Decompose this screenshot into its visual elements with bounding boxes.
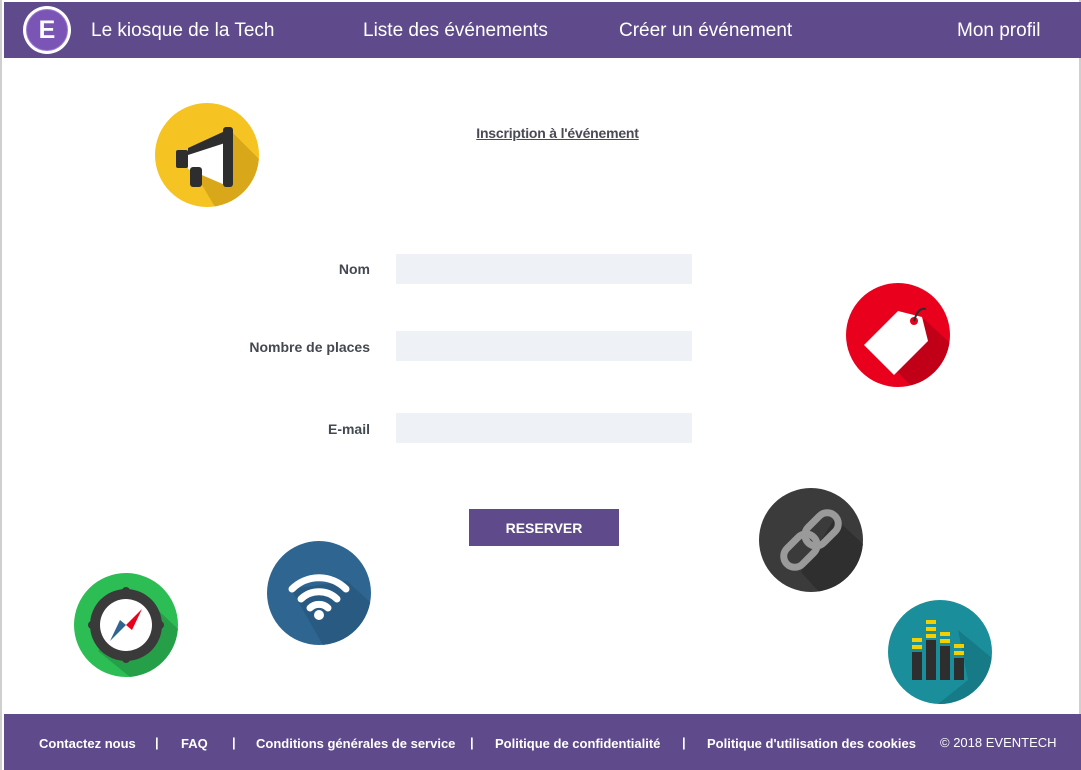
footer-separator: |	[155, 735, 159, 750]
compass-icon	[74, 573, 178, 677]
footer-separator: |	[682, 735, 686, 750]
link-icon	[759, 488, 863, 592]
email-field[interactable]	[396, 413, 692, 443]
megaphone-icon	[155, 103, 259, 207]
footer-separator: |	[470, 735, 474, 750]
copyright-text: © 2018 EVENTECH	[940, 735, 1057, 750]
footer-cookies-link[interactable]: Politique d'utilisation des cookies	[707, 736, 916, 751]
logo-letter: E	[39, 16, 56, 44]
email-label: E-mail	[327, 421, 370, 437]
top-navigation-bar: E Le kiosque de la Tech Liste des événem…	[4, 2, 1081, 58]
footer-terms-link[interactable]: Conditions générales de service	[256, 736, 455, 751]
equalizer-icon	[888, 600, 992, 704]
places-label: Nombre de places	[249, 339, 370, 355]
nav-create-event-link[interactable]: Créer un événement	[619, 20, 792, 42]
logo-icon[interactable]: E	[22, 5, 72, 55]
name-field[interactable]	[396, 254, 692, 284]
wifi-icon	[267, 541, 371, 645]
name-label: Nom	[338, 261, 370, 277]
reserve-button[interactable]: RESERVER	[469, 509, 619, 546]
price-tag-icon	[846, 283, 950, 387]
nav-events-list-link[interactable]: Liste des événements	[363, 20, 548, 42]
places-field[interactable]	[396, 331, 692, 361]
footer-contact-link[interactable]: Contactez nous	[39, 736, 136, 751]
footer-bar: Contactez nous | FAQ | Conditions généra…	[4, 714, 1081, 770]
nav-home-link[interactable]: Le kiosque de la Tech	[91, 20, 274, 42]
footer-privacy-link[interactable]: Politique de confidentialité	[495, 736, 660, 751]
page-frame: E Le kiosque de la Tech Liste des événem…	[0, 0, 1081, 770]
footer-faq-link[interactable]: FAQ	[181, 736, 208, 751]
nav-profile-link[interactable]: Mon profil	[957, 20, 1040, 42]
footer-separator: |	[232, 735, 236, 750]
